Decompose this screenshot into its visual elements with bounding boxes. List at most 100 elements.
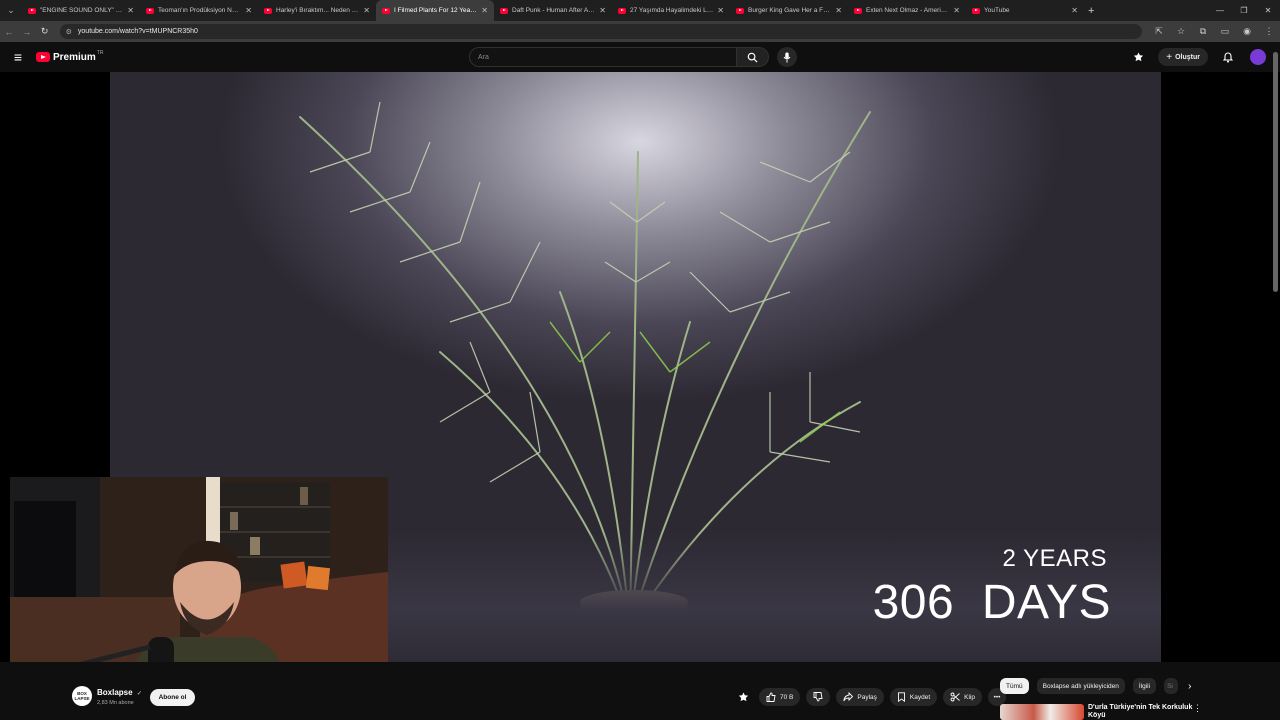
- browser-tab-title: I Filmed Plants For 12 Years - Y: [394, 7, 478, 14]
- clip-label: Klip: [964, 693, 975, 701]
- url-field[interactable]: ⚙ youtube.com/watch?v=tMUPNCR35h0: [59, 24, 1142, 39]
- voice-search-button[interactable]: [777, 47, 797, 67]
- menu-hamburger-icon[interactable]: ≡: [0, 49, 36, 65]
- like-count: 70 B: [780, 693, 794, 701]
- extension-badge-icon[interactable]: [1128, 47, 1148, 67]
- browser-tab-title: 27 Yaşımda Hayalimdeki Lamb: [630, 7, 714, 14]
- share-button[interactable]: Paylaş: [836, 688, 884, 706]
- site-info-icon[interactable]: ⚙: [66, 28, 72, 36]
- close-window-icon[interactable]: ✕: [1256, 0, 1280, 21]
- browser-tab-title: Daft Punk - Human After All (O: [512, 7, 596, 14]
- browser-tab[interactable]: Teoman'ın Prodüksiyon Notları ✕: [140, 0, 258, 21]
- video-overlay-years: 2 YEARS: [1002, 545, 1107, 572]
- chip-from-uploader[interactable]: Boxlapse adlı yükleyiciden: [1036, 678, 1125, 694]
- like-button[interactable]: 70 B: [759, 688, 801, 706]
- logo-text: Premium: [53, 51, 96, 63]
- back-icon[interactable]: ←: [0, 27, 18, 37]
- more-dots-icon: •••: [993, 693, 1001, 701]
- browser-tab-title: Exten Next Olmaz - Amerika'da: [866, 7, 950, 14]
- tab-close-icon[interactable]: ✕: [599, 6, 606, 15]
- browser-tab-title: YouTube: [984, 7, 1010, 14]
- verified-icon: ✓: [136, 691, 142, 697]
- plus-icon: +: [1166, 51, 1173, 63]
- search-box: Ara: [469, 47, 769, 67]
- tab-close-icon[interactable]: ✕: [835, 6, 842, 15]
- new-tab-button[interactable]: +: [1088, 5, 1094, 17]
- youtube-favicon-icon: [618, 7, 626, 14]
- scrollbar-thumb[interactable]: [1273, 52, 1278, 292]
- share-icon: [843, 692, 854, 702]
- tab-search-icon[interactable]: ⌄: [0, 0, 22, 21]
- create-button[interactable]: + Oluştur: [1158, 48, 1208, 66]
- youtube-favicon-icon: [264, 7, 272, 14]
- maximize-icon[interactable]: ❐: [1232, 0, 1256, 21]
- browser-tab-title: Teoman'ın Prodüksiyon Notları: [158, 7, 242, 14]
- user-avatar[interactable]: [1250, 49, 1266, 65]
- search-button[interactable]: [737, 47, 769, 67]
- youtube-play-icon: [36, 52, 50, 62]
- chip-all[interactable]: Tümü: [1000, 678, 1029, 694]
- chip-related[interactable]: İlgili: [1132, 678, 1157, 694]
- browser-tab[interactable]: "ENGINE SOUND ONLY" | CUR ✕: [22, 0, 140, 21]
- youtube-favicon-icon: [382, 7, 390, 14]
- browser-tab-strip: ⌄ "ENGINE SOUND ONLY" | CUR✕Teoman'ın Pr…: [0, 0, 1280, 21]
- subscribe-button[interactable]: Abone ol: [150, 689, 195, 706]
- browser-tab[interactable]: Burger King Gave Her a Fake B ✕: [730, 0, 848, 21]
- chevron-right-icon[interactable]: ›: [1188, 681, 1191, 692]
- extensions-icon[interactable]: ⧉: [1192, 26, 1214, 37]
- tab-close-icon[interactable]: ✕: [481, 6, 488, 15]
- youtube-favicon-icon: [736, 7, 744, 14]
- browser-tab[interactable]: I Filmed Plants For 12 Years - Y ✕: [376, 0, 494, 21]
- tab-close-icon[interactable]: ✕: [363, 6, 370, 15]
- youtube-favicon-icon: [28, 7, 36, 14]
- youtube-logo[interactable]: Premium TR: [36, 50, 104, 63]
- address-bar-row: ← → ↻ ⚙ youtube.com/watch?v=tMUPNCR35h0 …: [0, 21, 1280, 42]
- browser-tab[interactable]: Harley'i Bıraktım... Neden F800 ✕: [258, 0, 376, 21]
- channel-name[interactable]: Boxlapse ✓: [97, 688, 142, 697]
- minimize-icon[interactable]: —: [1208, 0, 1232, 21]
- browser-tab[interactable]: Exten Next Olmaz - Amerika'da ✕: [848, 0, 966, 21]
- video-actions: 70 B Paylaş Kaydet Klip •••: [733, 688, 1012, 706]
- webcam-image: [10, 477, 388, 689]
- chip-truncated[interactable]: Si: [1164, 678, 1179, 694]
- dislike-button[interactable]: [806, 688, 831, 706]
- country-code: TR: [96, 50, 104, 56]
- browser-tab[interactable]: YouTube ✕: [966, 0, 1084, 21]
- menu-dots-icon[interactable]: ⋮: [1258, 26, 1280, 37]
- url-text: youtube.com/watch?v=tMUPNCR35h0: [77, 28, 198, 35]
- tab-close-icon[interactable]: ✕: [245, 6, 252, 15]
- notifications-bell-icon[interactable]: [1218, 47, 1238, 67]
- window-controls: — ❐ ✕: [1208, 0, 1280, 21]
- video-overlay-days: 306 DAYS: [872, 576, 1111, 629]
- recommendation-thumbnail[interactable]: [1000, 704, 1084, 720]
- tab-list: "ENGINE SOUND ONLY" | CUR✕Teoman'ın Prod…: [22, 0, 1084, 21]
- browser-tab[interactable]: Daft Punk - Human After All (O ✕: [494, 0, 612, 21]
- tab-close-icon[interactable]: ✕: [1071, 6, 1078, 15]
- tab-close-icon[interactable]: ✕: [127, 6, 134, 15]
- recommendation-title-line2: Köyü: [1088, 712, 1106, 719]
- cast-icon[interactable]: ▭: [1214, 26, 1236, 37]
- channel-avatar[interactable]: BOX LAPSE: [72, 686, 92, 706]
- reload-icon[interactable]: ↻: [36, 26, 54, 37]
- browser-tab[interactable]: 27 Yaşımda Hayalimdeki Lamb ✕: [612, 0, 730, 21]
- channel-name-text: Boxlapse: [97, 688, 133, 697]
- microphone-icon: [783, 52, 791, 62]
- browser-tab-title: Burger King Gave Her a Fake B: [748, 7, 832, 14]
- install-icon[interactable]: ⇱: [1148, 26, 1170, 37]
- recommendation-title[interactable]: D'urla Türkiye'nin Tek Korkuluk Köyü: [1088, 704, 1192, 719]
- browser-tab-title: Harley'i Bıraktım... Neden F800: [276, 7, 360, 14]
- forward-icon[interactable]: →: [18, 27, 36, 37]
- extension-star-icon[interactable]: [733, 687, 753, 707]
- tab-close-icon[interactable]: ✕: [717, 6, 724, 15]
- tab-close-icon[interactable]: ✕: [953, 6, 960, 15]
- webcam-overlay: [10, 477, 388, 689]
- page-scrollbar[interactable]: [1273, 46, 1278, 714]
- clip-button[interactable]: Klip: [943, 688, 982, 706]
- save-button[interactable]: Kaydet: [889, 688, 938, 706]
- recommendation-more-icon[interactable]: ⋮: [1193, 703, 1202, 714]
- search-icon: [747, 52, 758, 63]
- search-input[interactable]: Ara: [469, 47, 737, 67]
- thumbs-down-icon: [813, 692, 823, 702]
- bookmark-star-icon[interactable]: ☆: [1170, 26, 1192, 37]
- profile-icon[interactable]: ◉: [1236, 26, 1258, 37]
